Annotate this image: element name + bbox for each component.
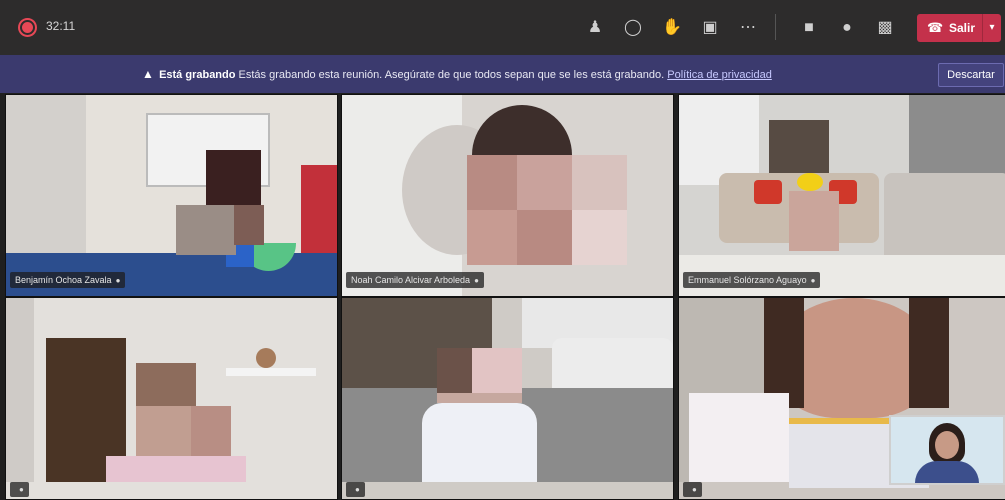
uniform-shirt [422, 403, 537, 482]
dismiss-button[interactable]: Descartar [938, 63, 1004, 87]
toy [256, 348, 276, 368]
participant-name-tag: Benjamín Ochoa Zavala ● [10, 272, 126, 288]
chat-icon[interactable]: ◯ [622, 18, 644, 38]
pixelated-face [437, 348, 477, 393]
participant-name: Emmanuel Solórzano Aguayo [688, 275, 807, 285]
participant-name: Noah Camilo Alcivar Arboleda [351, 275, 471, 285]
phone-hangup-icon: ☎ [927, 20, 944, 35]
record-indicator-icon [22, 22, 33, 33]
pixelated-face [234, 205, 264, 245]
microphone-icon: ● [355, 485, 360, 494]
cushion [754, 180, 782, 204]
recording-message: ▲ Está grabando Estás grabando esta reun… [142, 67, 772, 81]
share-screen-icon[interactable]: ▩ [874, 18, 896, 38]
participant-name-tag: ● [346, 482, 365, 497]
pixelated-face [467, 210, 517, 265]
participant-video-tile[interactable]: Noah Camilo Alcivar Arboleda ● [341, 94, 674, 297]
pixelated-face [136, 406, 191, 456]
pixelated-face [789, 191, 839, 251]
microphone-icon: ● [810, 275, 816, 285]
pixelated-face [176, 205, 236, 255]
toolbar-divider [775, 14, 776, 40]
stone-wall [909, 95, 1005, 175]
pixelated-face [472, 348, 522, 393]
pixelated-face [467, 155, 517, 210]
face [935, 431, 959, 459]
pixelated-face [206, 150, 261, 205]
participant-video-tile[interactable]: Benjamín Ochoa Zavala ● [5, 94, 338, 297]
meeting-timer: 32:11 [46, 19, 76, 33]
recording-text: Estás grabando esta reunión. Asegúrate d… [238, 69, 665, 81]
warning-icon: ▲ [142, 67, 154, 81]
hair [764, 298, 804, 408]
microphone-icon: ● [19, 485, 24, 494]
camera-icon[interactable]: ■ [798, 18, 820, 38]
pixelated-face [136, 363, 196, 408]
participant-video-tile[interactable]: ● [341, 297, 674, 500]
pixelated-face [517, 210, 572, 265]
window [679, 95, 759, 185]
recording-title: Está grabando [159, 69, 236, 81]
participant-name-tag: ● [10, 482, 29, 497]
hair-bow [797, 173, 823, 191]
participant-name-tag: Emmanuel Solórzano Aguayo ● [683, 272, 821, 288]
pixelated-face [191, 406, 231, 456]
breakout-rooms-icon[interactable]: ▣ [699, 18, 721, 38]
raise-hand-icon[interactable]: ✋ [661, 18, 683, 38]
shelf [226, 368, 316, 376]
leave-label: Salir [949, 21, 976, 35]
microphone-icon[interactable]: ● [836, 18, 858, 38]
leave-button[interactable]: ☎ Salir ▾ [917, 14, 1001, 42]
participant-name-tag: ● [683, 482, 702, 497]
pixelated-face [572, 155, 627, 210]
self-view-preview[interactable] [889, 415, 1005, 485]
shirt [106, 456, 246, 482]
hair [472, 105, 572, 160]
microphone-icon: ● [115, 275, 121, 285]
meeting-toolbar: 32:11 ♟ ◯ ✋ ▣ ⋯ ■ ● ▩ ☎ Salir ▾ [0, 0, 1005, 55]
recording-banner: ▲ Está grabando Estás grabando esta reun… [0, 55, 1005, 93]
leave-options-chevron-icon[interactable]: ▾ [982, 14, 1001, 42]
wall-shade [6, 298, 34, 482]
participant-video-tile[interactable]: ● [5, 297, 338, 500]
people-icon[interactable]: ♟ [584, 18, 606, 38]
pixelated-face [517, 155, 572, 210]
participant-video-tile[interactable]: Emmanuel Solórzano Aguayo ● [678, 94, 1005, 297]
pixelated-face [437, 393, 522, 403]
shirt [915, 461, 979, 483]
microphone-icon: ● [474, 275, 479, 285]
staircase [769, 120, 829, 180]
sleeve [689, 393, 789, 482]
hair [909, 298, 949, 408]
microphone-icon: ● [692, 485, 697, 494]
pixelated-face [572, 210, 627, 265]
participant-name-tag: Noah Camilo Alcivar Arboleda ● [346, 272, 484, 288]
participant-name: Benjamín Ochoa Zavala [15, 275, 112, 285]
more-actions-icon[interactable]: ⋯ [737, 18, 759, 38]
privacy-policy-link[interactable]: Política de privacidad [667, 69, 772, 81]
sofa [884, 173, 1005, 263]
